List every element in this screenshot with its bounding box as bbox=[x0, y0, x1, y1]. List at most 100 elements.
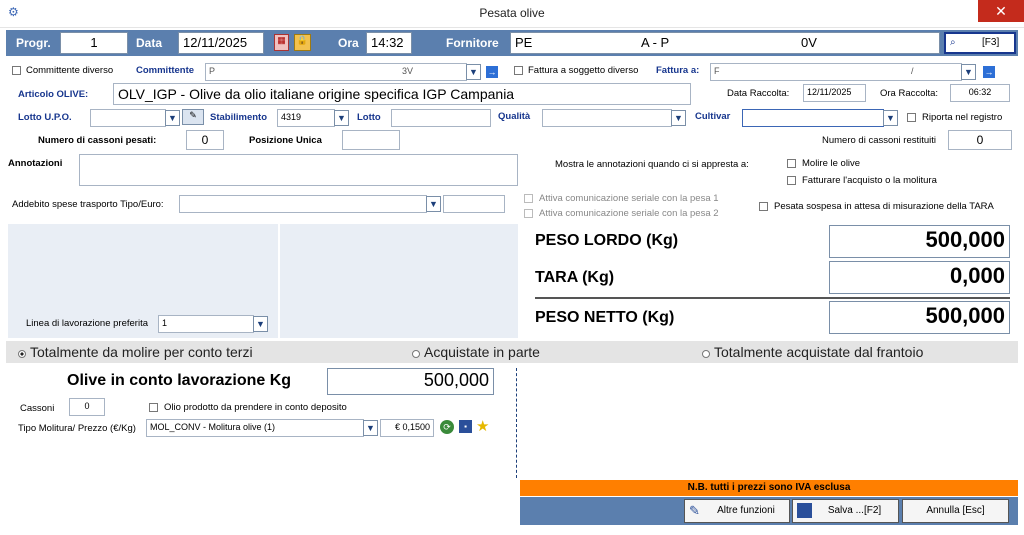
annulla-button[interactable]: Annulla [Esc] bbox=[902, 499, 1009, 523]
olio-deposito-checkbox[interactable] bbox=[149, 403, 158, 412]
altre-funzioni-label: Altre funzioni bbox=[717, 505, 775, 516]
olive-lavorazione-input[interactable]: 500,000 bbox=[327, 368, 494, 395]
radio-acquistate-parte[interactable]: Acquistate in parte bbox=[412, 344, 540, 360]
fornitore-suffix: 0V bbox=[801, 35, 817, 50]
fattura-soggetto-checkbox[interactable] bbox=[514, 66, 523, 75]
cassoni-label: Cassoni bbox=[20, 403, 55, 414]
articolo-input[interactable]: OLV_IGP - Olive da olio italiane origine… bbox=[113, 83, 691, 105]
committente-dropdown-icon[interactable]: ▼ bbox=[466, 64, 481, 80]
date-input[interactable]: 12/11/2025 bbox=[178, 32, 264, 54]
sospesa-label: Pesata sospesa in attesa di misurazione … bbox=[774, 201, 994, 212]
seriale2-checkbox[interactable] bbox=[524, 209, 533, 218]
favorite-star-icon[interactable]: ★ bbox=[476, 417, 489, 435]
prezzo-input[interactable]: € 0,1500 bbox=[380, 419, 434, 437]
cultivar-label: Cultivar bbox=[695, 111, 731, 122]
molire-label: Molire le olive bbox=[802, 158, 861, 169]
refresh-icon[interactable]: ⟳ bbox=[440, 420, 454, 434]
search-fornitore-button[interactable]: ⌕ [F3] bbox=[944, 32, 1016, 54]
altre-funzioni-button[interactable]: ✎ Altre funzioni bbox=[684, 499, 790, 523]
qualita-select[interactable] bbox=[542, 109, 672, 127]
linea-label: Linea di lavorazione preferita bbox=[26, 318, 148, 329]
radio-totalmente-acquistate[interactable]: Totalmente acquistate dal frantoio bbox=[702, 344, 923, 360]
committente-go-icon[interactable]: → bbox=[486, 66, 498, 78]
fornitore-code: PE bbox=[515, 35, 533, 50]
fattura-dropdown-icon[interactable]: ▼ bbox=[961, 64, 976, 80]
cultivar-select[interactable] bbox=[742, 109, 884, 127]
data-raccolta-input[interactable]: 12/11/2025 bbox=[803, 84, 866, 102]
addebito-dropdown-icon[interactable]: ▼ bbox=[426, 196, 441, 212]
stabilimento-select[interactable]: 4319 bbox=[277, 109, 335, 127]
olio-deposito-label: Olio prodotto da prendere in conto depos… bbox=[164, 402, 347, 413]
cassoni-pesati-label: Numero di cassoni pesati: bbox=[38, 135, 157, 146]
riporta-checkbox[interactable] bbox=[907, 113, 916, 122]
addebito-euro-input[interactable] bbox=[443, 195, 505, 213]
ora-raccolta-input[interactable]: 06:32 bbox=[950, 84, 1010, 102]
save-price-icon[interactable]: ▪ bbox=[459, 420, 472, 433]
time-input[interactable]: 14:32 bbox=[366, 32, 412, 54]
data-label: Data bbox=[136, 36, 163, 50]
molitura-select[interactable]: MOL_CONV - Molitura olive (1) bbox=[146, 419, 364, 437]
stabilimento-dropdown-icon[interactable]: ▼ bbox=[334, 110, 349, 126]
fatturare-checkbox[interactable] bbox=[787, 176, 796, 185]
lotto-label: Lotto bbox=[357, 112, 381, 123]
addebito-select[interactable] bbox=[179, 195, 427, 213]
mostra-annotazioni-label: Mostra le annotazioni quando ci si appre… bbox=[555, 159, 749, 170]
annotazioni-textarea[interactable] bbox=[79, 154, 518, 186]
salva-label: Salva ...[F2] bbox=[827, 505, 882, 516]
lotto-edit-icon[interactable]: ✎ bbox=[182, 109, 204, 125]
search-icon: ⌕ bbox=[950, 37, 956, 48]
ora-raccolta-label: Ora Raccolta: bbox=[880, 88, 939, 99]
radio-totalmente-molire-label: Totalmente da molire per conto terzi bbox=[30, 344, 253, 360]
purchase-mode-bar: Totalmente da molire per conto terzi Acq… bbox=[6, 341, 1018, 363]
tara-value: 0,000 bbox=[829, 261, 1010, 294]
posizione-unica-input[interactable] bbox=[342, 130, 400, 150]
tara-label: TARA (Kg) bbox=[535, 269, 615, 286]
lotto-input[interactable] bbox=[391, 109, 491, 127]
title-bar: ⚙ Pesata olive ✕ bbox=[0, 0, 1024, 28]
fornitore-name: A - P bbox=[641, 35, 670, 50]
committente-select[interactable]: P 3V bbox=[205, 63, 467, 81]
lotto-upo-dropdown-icon[interactable]: ▼ bbox=[165, 110, 180, 126]
committente-diverso-label: Committente diverso bbox=[26, 65, 114, 76]
cassoni-restituiti-input[interactable]: 0 bbox=[948, 130, 1012, 150]
window-title: Pesata olive bbox=[479, 6, 545, 20]
lotto-upo-label: Lotto U.P.O. bbox=[18, 112, 72, 123]
seriale2-label: Attiva comunicazione seriale con la pesa… bbox=[539, 208, 719, 219]
peso-lordo-label: PESO LORDO (Kg) bbox=[535, 232, 679, 249]
calendar-icon[interactable]: ▦ bbox=[274, 34, 289, 51]
close-button[interactable]: ✕ bbox=[978, 0, 1024, 22]
cassoni-pesati-input[interactable]: 0 bbox=[186, 130, 224, 150]
cultivar-dropdown-icon[interactable]: ▼ bbox=[883, 110, 898, 126]
qualita-dropdown-icon[interactable]: ▼ bbox=[671, 110, 686, 126]
iva-note: N.B. tutti i prezzi sono IVA esclusa bbox=[520, 480, 1018, 496]
lock-icon[interactable]: 🔒 bbox=[294, 34, 311, 51]
data-raccolta-label: Data Raccolta: bbox=[727, 88, 790, 99]
cassoni-input[interactable]: 0 bbox=[69, 398, 105, 416]
fattura-select[interactable]: F / bbox=[710, 63, 962, 81]
riporta-label: Riporta nel registro bbox=[922, 112, 1003, 123]
ora-label: Ora bbox=[338, 36, 359, 50]
peso-netto-value: 500,000 bbox=[829, 301, 1010, 334]
fattura-soggetto-label: Fattura a soggetto diverso bbox=[528, 65, 639, 76]
fornitore-input[interactable]: PE A - P 0V bbox=[510, 32, 940, 54]
molitura-label: Tipo Molitura/ Prezzo (€/Kg) bbox=[18, 423, 136, 434]
radio-acquistate-parte-label: Acquistate in parte bbox=[424, 344, 540, 360]
posizione-unica-label: Posizione Unica bbox=[249, 135, 322, 146]
seriale1-checkbox[interactable] bbox=[524, 194, 533, 203]
committente-value: P bbox=[209, 66, 216, 76]
olive-lavorazione-label: Olive in conto lavorazione Kg bbox=[67, 372, 292, 389]
linea-dropdown-icon[interactable]: ▼ bbox=[253, 316, 268, 332]
committente-suffix: 3V bbox=[402, 66, 414, 76]
articolo-label: Articolo OLIVE: bbox=[18, 89, 89, 100]
linea-select[interactable]: 1 bbox=[158, 315, 254, 333]
fattura-go-icon[interactable]: → bbox=[983, 66, 995, 78]
progr-input[interactable]: 1 bbox=[60, 32, 128, 54]
lotto-upo-select[interactable] bbox=[90, 109, 166, 127]
sospesa-checkbox[interactable] bbox=[759, 202, 768, 211]
search-shortcut: [F3] bbox=[982, 37, 1000, 48]
radio-totalmente-molire[interactable]: Totalmente da molire per conto terzi bbox=[18, 344, 253, 360]
committente-diverso-checkbox[interactable] bbox=[12, 66, 21, 75]
molire-checkbox[interactable] bbox=[787, 159, 796, 168]
salva-button[interactable]: Salva ...[F2] bbox=[792, 499, 899, 523]
molitura-dropdown-icon[interactable]: ▼ bbox=[363, 420, 378, 436]
